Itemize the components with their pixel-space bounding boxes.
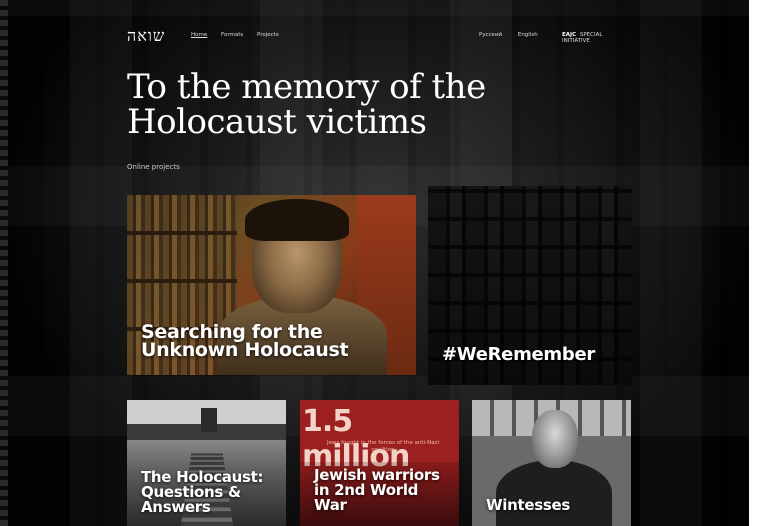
lang-english[interactable]: English (518, 32, 538, 38)
card-image-portrait (532, 410, 578, 468)
card-image-tower (201, 408, 217, 432)
project-card-jewish-warriors[interactable]: 1.5 million Jews fought in the forces of… (300, 400, 459, 526)
page-title-line2: Holocaust victims (127, 102, 427, 142)
card-image-suit (496, 460, 612, 526)
project-card-unknown-holocaust[interactable]: Searching for the Unknown Holocaust (127, 195, 416, 375)
card-title: Jewish warriors in 2nd World War (314, 468, 454, 513)
card-title: The Holocaust: Questions & Answers (141, 470, 281, 515)
project-card-weremember[interactable]: #WeRemember (428, 186, 632, 385)
project-card-witnesses[interactable]: Wintesses (472, 400, 631, 526)
lang-russian[interactable]: Русский (479, 32, 502, 38)
nav-projects[interactable]: Projects (257, 32, 279, 38)
site-header: שואה Home Formats Projects Русский Engli… (127, 26, 632, 46)
nav-formats[interactable]: Formats (221, 32, 243, 38)
left-edge-strip (0, 0, 8, 526)
card-image-hair (245, 199, 349, 241)
card-title: Wintesses (486, 496, 570, 514)
language-switcher: Русский English (479, 32, 552, 38)
card-title: Searching for the Unknown Holocaust (141, 323, 401, 361)
main-nav: Home Formats Projects (191, 32, 291, 38)
card-title-line3: War (314, 496, 347, 514)
card-title-line2: Unknown Holocaust (141, 339, 349, 361)
card-title: #WeRemember (442, 344, 595, 365)
nav-home[interactable]: Home (191, 32, 207, 38)
page-title-line1: To the memory of the (127, 67, 486, 107)
initiative-link[interactable]: EAJC SPECIAL INITIATIVE (562, 32, 632, 44)
right-edge-strip (749, 0, 759, 526)
card-title-line3: Answers (141, 498, 211, 516)
card-image-caption: Jews fought in the forces of the anti-Na… (326, 440, 440, 453)
project-card-questions-answers[interactable]: The Holocaust: Questions & Answers (127, 400, 286, 526)
section-subtitle: Online projects (127, 163, 180, 171)
page-title: To the memory of the Holocaust victims (127, 70, 587, 140)
site-logo[interactable]: שואה (127, 26, 165, 46)
